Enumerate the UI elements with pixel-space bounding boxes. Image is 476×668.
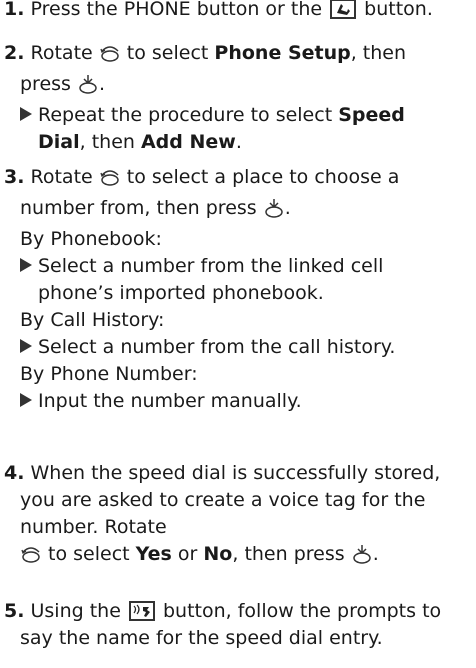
step-text: you are asked to create a voice tag for … [20,489,426,511]
step-number: 2. [4,42,25,64]
step-text: Rotate [30,42,99,64]
step-text: . [98,73,106,95]
step-number: 3. [4,166,25,188]
step-text: , then press [232,543,351,565]
step-text: Select a number from the linked cell [38,255,384,277]
step-line: number from, then press . [4,195,474,226]
arrow-icon [20,258,32,272]
step-text: Repeat the procedure to select [38,104,339,126]
step-text: press [20,73,77,95]
arrow-icon [20,339,32,353]
step-line: press . [4,71,474,102]
step-emphasis: Phone Setup [214,42,351,64]
step-text: Input the number manually. [38,390,302,412]
selector-knob-icon [99,167,121,195]
step-text: When the speed dial is successfully stor… [30,462,441,484]
sub-step: Input the number manually. [4,388,474,415]
step-text: Using the [30,600,127,622]
step-number: 4. [4,462,25,484]
step-text: or [171,543,204,565]
step-line: to select Yes or No, then press . [4,541,474,572]
step-text: . [372,543,379,565]
talk-icon [128,601,155,621]
step-text: to select a place to choose a [120,166,400,188]
step-number: 1. [4,0,25,20]
sub-step: Select a number from the linked cell [4,253,474,280]
option-heading: By Phonebook: [20,228,162,250]
press-knob-icon [77,74,99,102]
step-5: 5. Using the button, follow the prompts … [4,598,474,652]
arrow-icon [20,107,32,121]
phone-icon [330,0,357,19]
step-line: 2. Rotate to select Phone Setup, then [4,40,474,71]
press-knob-icon [351,544,373,572]
press-knob-icon [263,198,285,226]
step-2: 2. Rotate to select Phone Setup, then pr… [4,40,474,156]
step-emphasis: No [203,543,233,565]
step-text: to select [120,42,215,64]
step-3: 3. Rotate to select a place to choose a … [4,164,474,415]
step-emphasis: Add New [140,131,236,153]
step-emphasis: Yes [135,543,172,565]
step-number: 5. [4,600,25,622]
step-text: button. [358,0,433,20]
step-text: , then [79,131,141,153]
step-emphasis: Dial [38,131,80,153]
sub-step-continued: Dial, then Add New. [4,129,474,156]
step-line: 4. When the speed dial is successfully s… [4,460,474,487]
step-text: Rotate [30,166,99,188]
page: 1. Press the PHONE button or the button.… [0,0,476,668]
step-text: to select [42,543,136,565]
step-text: . [235,131,242,153]
step-text: , then [350,42,407,64]
step-emphasis: Speed [338,104,405,126]
step-text: say the name for the speed dial entry. [20,627,383,649]
selector-knob-icon [20,544,42,572]
option-heading: By Call History: [20,309,165,331]
selector-knob-icon [99,43,121,71]
sub-step: Repeat the procedure to select Speed [4,102,474,129]
sub-step-continued: phone’s imported phonebook. [38,282,324,304]
option-heading: By Phone Number: [20,363,198,385]
step-text: Select a number from the call history. [38,336,396,358]
step-text: Press the PHONE button or the [30,0,329,20]
step-text: button, follow the prompts to [156,600,442,622]
step-line: 5. Using the button, follow the prompts … [4,598,474,625]
arrow-icon [20,393,32,407]
sub-step: Select a number from the call history. [4,334,474,361]
step-1: 1. Press the PHONE button or the button. [4,0,474,23]
step-line: 3. Rotate to select a place to choose a [4,164,474,195]
step-text: number from, then press [20,197,263,219]
step-text: . [284,197,291,219]
step-text: number. Rotate [20,516,167,538]
step-4: 4. When the speed dial is successfully s… [4,460,474,572]
